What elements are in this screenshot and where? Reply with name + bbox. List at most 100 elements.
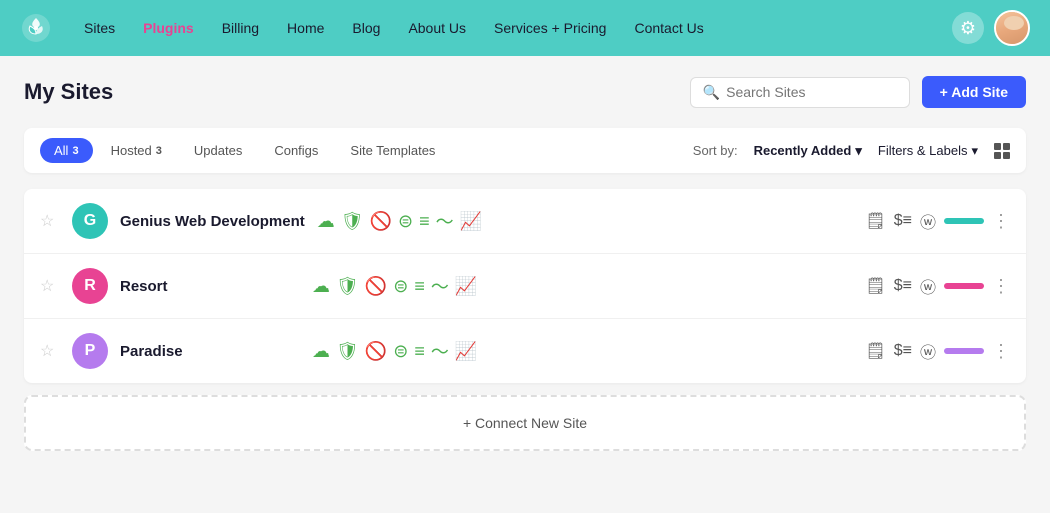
filters-label-text: Filters & Labels: [878, 143, 968, 158]
filter-hosted-count: 3: [156, 145, 162, 157]
sort-dropdown[interactable]: Recently Added ▾: [754, 143, 862, 159]
logo[interactable]: [20, 12, 52, 44]
block-icon: 🚫: [370, 211, 392, 232]
wordpress-icon[interactable]: ⓦ: [920, 339, 936, 363]
navbar: Sites Plugins Billing Home Blog About Us…: [0, 0, 1050, 56]
filter-all-count: 3: [72, 145, 78, 157]
table-row: ☆ G Genius Web Development ☁ 🛡 🚫 ⊜ ≡ 〜 📈…: [24, 189, 1026, 254]
shield-icon: 🛡: [336, 276, 359, 297]
filter-templates-label: Site Templates: [350, 143, 435, 158]
star-icon[interactable]: ☆: [40, 341, 60, 361]
site-plugin-icons: ☁ 🛡 🚫 ⊜ ≡ 〜 📈: [312, 338, 853, 364]
navbar-right: ⚙: [952, 10, 1030, 46]
pages-icon[interactable]: 🗒: [865, 341, 885, 361]
star-icon[interactable]: ☆: [40, 276, 60, 296]
filter-all-label: All: [54, 143, 68, 158]
activity-icon: 〜: [431, 273, 449, 299]
cloud-icon: ☁: [317, 211, 335, 232]
site-avatar: P: [72, 333, 108, 369]
menu-icon: ≡: [414, 276, 425, 297]
header-row: My Sites 🔍 + Add Site: [24, 76, 1026, 108]
activity-icon: 〜: [431, 338, 449, 364]
chevron-down-icon-2: ▾: [971, 143, 978, 159]
wordpress-icon[interactable]: ⓦ: [920, 274, 936, 298]
nav-services[interactable]: Services + Pricing: [482, 14, 618, 42]
sort-label: Sort by:: [693, 143, 738, 158]
nav-about[interactable]: About Us: [396, 14, 478, 42]
star-icon[interactable]: ☆: [40, 211, 60, 231]
filter-updates-label: Updates: [194, 143, 242, 158]
sort-section: Sort by: Recently Added ▾ Filters & Labe…: [693, 143, 1010, 159]
nav-home[interactable]: Home: [275, 14, 336, 42]
filter-updates[interactable]: Updates: [180, 138, 256, 163]
gear-icon[interactable]: ⚙: [952, 12, 984, 44]
sort-value: Recently Added: [754, 143, 852, 158]
site-avatar: R: [72, 268, 108, 304]
filter-templates[interactable]: Site Templates: [336, 138, 449, 163]
cloud-icon: ☁: [312, 276, 330, 297]
site-plugin-icons: ☁ 🛡 🚫 ⊜ ≡ 〜 📈: [317, 208, 854, 234]
filter-hosted[interactable]: Hosted 3: [97, 138, 176, 163]
search-input[interactable]: [726, 84, 897, 100]
cloud-icon: ☁: [312, 341, 330, 362]
site-color-label[interactable]: [944, 283, 984, 289]
nav-billing[interactable]: Billing: [210, 14, 271, 42]
site-name: Paradise: [120, 343, 300, 360]
site-actions: 🗒 $≡ ⓦ ⋮: [865, 339, 1010, 363]
site-name: Genius Web Development: [120, 213, 305, 230]
site-plugin-icons: ☁ 🛡 🚫 ⊜ ≡ 〜 📈: [312, 273, 853, 299]
nav-plugins[interactable]: Plugins: [131, 14, 206, 42]
chart-icon: 📈: [455, 341, 477, 362]
shield-icon: 🛡: [336, 341, 359, 362]
add-site-button[interactable]: + Add Site: [922, 76, 1026, 108]
site-avatar: G: [72, 203, 108, 239]
chevron-down-icon: ▾: [855, 143, 862, 159]
site-actions: 🗒 $≡ ⓦ ⋮: [865, 209, 1010, 233]
billing-icon[interactable]: $≡: [894, 212, 912, 230]
site-color-label[interactable]: [944, 348, 984, 354]
search-icon: 🔍: [703, 84, 720, 101]
header-actions: 🔍 + Add Site: [690, 76, 1026, 108]
chart-icon: 📈: [455, 276, 477, 297]
more-options-icon[interactable]: ⋮: [992, 341, 1010, 362]
filter-configs-label: Configs: [274, 143, 318, 158]
sites-list: ☆ G Genius Web Development ☁ 🛡 🚫 ⊜ ≡ 〜 📈…: [24, 189, 1026, 383]
menu-icon: ≡: [414, 341, 425, 362]
table-row: ☆ P Paradise ☁ 🛡 🚫 ⊜ ≡ 〜 📈 🗒 $≡ ⓦ ⋮: [24, 319, 1026, 383]
activity-icon: 〜: [436, 208, 454, 234]
filter-all[interactable]: All 3: [40, 138, 93, 163]
site-color-label[interactable]: [944, 218, 984, 224]
filter-configs[interactable]: Configs: [260, 138, 332, 163]
more-options-icon[interactable]: ⋮: [992, 211, 1010, 232]
layers-icon: ⊜: [393, 341, 408, 362]
nav-blog[interactable]: Blog: [340, 14, 392, 42]
search-box[interactable]: 🔍: [690, 77, 910, 108]
navbar-links: Sites Plugins Billing Home Blog About Us…: [72, 14, 952, 42]
pages-icon[interactable]: 🗒: [865, 211, 885, 231]
avatar[interactable]: [994, 10, 1030, 46]
layers-icon: ⊜: [398, 211, 413, 232]
nav-sites[interactable]: Sites: [72, 14, 127, 42]
menu-icon: ≡: [419, 211, 430, 232]
billing-icon[interactable]: $≡: [894, 342, 912, 360]
grid-view-icon[interactable]: [994, 143, 1010, 159]
site-name: Resort: [120, 278, 300, 295]
page-title: My Sites: [24, 79, 113, 105]
nav-contact[interactable]: Contact Us: [622, 14, 715, 42]
filters-labels-button[interactable]: Filters & Labels ▾: [878, 143, 978, 159]
filter-row: All 3 Hosted 3 Updates Configs Site Temp…: [24, 128, 1026, 173]
billing-icon[interactable]: $≡: [894, 277, 912, 295]
connect-new-site-button[interactable]: + Connect New Site: [24, 395, 1026, 451]
shield-icon: 🛡: [341, 211, 364, 232]
layers-icon: ⊜: [393, 276, 408, 297]
chart-icon: 📈: [460, 211, 482, 232]
wordpress-icon[interactable]: ⓦ: [920, 209, 936, 233]
block-icon: 🚫: [365, 276, 387, 297]
main-content: My Sites 🔍 + Add Site All 3 Hosted 3 Upd…: [0, 56, 1050, 513]
pages-icon[interactable]: 🗒: [865, 276, 885, 296]
more-options-icon[interactable]: ⋮: [992, 276, 1010, 297]
block-icon: 🚫: [365, 341, 387, 362]
table-row: ☆ R Resort ☁ 🛡 🚫 ⊜ ≡ 〜 📈 🗒 $≡ ⓦ ⋮: [24, 254, 1026, 319]
filter-hosted-label: Hosted: [111, 143, 152, 158]
site-actions: 🗒 $≡ ⓦ ⋮: [865, 274, 1010, 298]
